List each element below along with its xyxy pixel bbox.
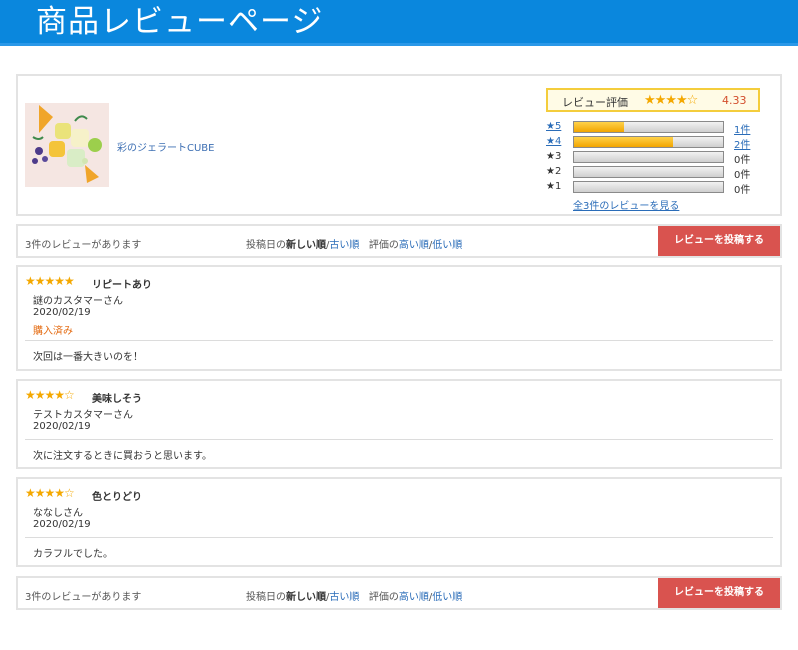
rating-bar bbox=[573, 181, 724, 193]
review-count-text: 3件のレビューがあります bbox=[25, 240, 142, 251]
rating-bar-fill bbox=[574, 122, 624, 132]
page-header: 商品レビューページ bbox=[0, 0, 798, 46]
review-date: 2020/02/19 bbox=[33, 519, 91, 530]
product-summary: 彩のジェラートCUBE レビュー評価 ★★★★☆ 4.33 ★5 1件 ★4 2件 ★3… bbox=[16, 74, 782, 216]
sort-newest[interactable]: 新しい順 bbox=[286, 592, 326, 603]
sort-rating-label: 評価の bbox=[368, 240, 399, 251]
sort-oldest-link[interactable]: 古い順 bbox=[329, 592, 359, 603]
review-count-text: 3件のレビューがあります bbox=[25, 592, 142, 603]
sort-newest[interactable]: 新しい順 bbox=[286, 240, 326, 251]
sort-options: 投稿日の新しい順/古い順 評価の高い順/低い順 bbox=[246, 588, 462, 603]
star-level-label[interactable]: ★5 bbox=[546, 121, 561, 132]
purchased-badge: 購入済み bbox=[33, 326, 73, 337]
review-body: 次回は一番大きいのを！ bbox=[33, 352, 143, 363]
review-body: 次に注文するときに買おうと思います。 bbox=[33, 451, 212, 462]
gelato-product-image[interactable] bbox=[25, 103, 109, 187]
sort-rating-label: 評価の bbox=[368, 592, 399, 603]
sort-highest-link[interactable]: 高い順 bbox=[399, 592, 429, 603]
page-title: 商品レビューページ bbox=[36, 4, 324, 40]
review-date: 2020/02/19 bbox=[33, 307, 91, 318]
average-rating-label: レビュー評価 bbox=[562, 96, 628, 109]
star-level-label[interactable]: ★4 bbox=[546, 136, 561, 147]
rating-bar bbox=[573, 121, 724, 133]
review-stars-icon: ★★★★☆ bbox=[25, 388, 75, 402]
rating-distribution-row: ★1 0件 bbox=[546, 180, 766, 196]
review-author: 謎のカスタマーさん bbox=[33, 296, 123, 307]
rating-distribution-row: ★2 0件 bbox=[546, 165, 766, 181]
rating-bar bbox=[573, 151, 724, 163]
product-name-link[interactable]: 彩のジェラートCUBE bbox=[117, 139, 214, 154]
star-count-label: 0件 bbox=[734, 185, 751, 196]
review-stars-icon: ★★★★★ bbox=[25, 274, 75, 288]
star-count-label: 0件 bbox=[734, 155, 751, 166]
sort-lowest-link[interactable]: 低い順 bbox=[432, 240, 462, 251]
sort-lowest-link[interactable]: 低い順 bbox=[432, 592, 462, 603]
rating-bar bbox=[573, 166, 724, 178]
review-toolbar-top: 3件のレビューがあります 投稿日の新しい順/古い順 評価の高い順/低い順 レビュ… bbox=[16, 224, 782, 258]
review-title: 美味しそう bbox=[92, 394, 142, 405]
review-stars-icon: ★★★★☆ bbox=[25, 486, 75, 500]
star-count-label: 0件 bbox=[734, 170, 751, 181]
star-count-label[interactable]: 1件 bbox=[734, 121, 750, 136]
review-divider bbox=[25, 537, 773, 538]
review-author: ななしさん bbox=[33, 508, 83, 519]
review-divider bbox=[25, 439, 773, 440]
rating-distribution-row: ★4 2件 bbox=[546, 135, 766, 151]
average-rating-stars-icon: ★★★★☆ bbox=[644, 93, 698, 108]
sort-options: 投稿日の新しい順/古い順 評価の高い順/低い順 bbox=[246, 236, 462, 251]
rating-bar bbox=[573, 136, 724, 148]
post-review-button[interactable]: レビューを投稿する bbox=[658, 226, 780, 256]
review-body: カラフルでした。 bbox=[33, 549, 113, 560]
review-toolbar-bottom: 3件のレビューがあります 投稿日の新しい順/古い順 評価の高い順/低い順 レビュ… bbox=[16, 576, 782, 610]
post-review-button[interactable]: レビューを投稿する bbox=[658, 578, 780, 608]
rating-distribution-row: ★3 0件 bbox=[546, 150, 766, 166]
review-title: 色とりどり bbox=[92, 492, 142, 503]
sort-date-label: 投稿日の bbox=[246, 592, 286, 603]
sort-date-label: 投稿日の bbox=[246, 240, 286, 251]
average-rating-score: 4.33 bbox=[722, 94, 747, 107]
star-level-label: ★1 bbox=[546, 181, 562, 192]
rating-bar-fill bbox=[574, 137, 674, 147]
review-divider bbox=[25, 340, 773, 341]
review-title: リピートあり bbox=[92, 280, 152, 291]
star-level-label: ★3 bbox=[546, 151, 562, 162]
review-card: ★★★★★ リピートあり謎のカスタマーさん 2020/02/19 購入済み次回は一番大… bbox=[16, 265, 782, 371]
all-reviews-link[interactable]: 全3件のレビューを見る bbox=[573, 197, 679, 212]
rating-distribution-row: ★5 1件 bbox=[546, 120, 766, 136]
average-rating-box: レビュー評価 ★★★★☆ 4.33 bbox=[546, 88, 760, 112]
review-date: 2020/02/19 bbox=[33, 421, 91, 432]
review-card: ★★★★☆ 美味しそうテストカスタマーさん 2020/02/19 次に注文するときに買… bbox=[16, 379, 782, 469]
sort-oldest-link[interactable]: 古い順 bbox=[329, 240, 359, 251]
star-level-label: ★2 bbox=[546, 166, 562, 177]
star-count-label[interactable]: 2件 bbox=[734, 136, 750, 151]
review-author: テストカスタマーさん bbox=[33, 410, 133, 421]
review-card: ★★★★☆ 色とりどり ななしさん 2020/02/19 カラフルでした。 bbox=[16, 477, 782, 567]
sort-highest-link[interactable]: 高い順 bbox=[399, 240, 429, 251]
